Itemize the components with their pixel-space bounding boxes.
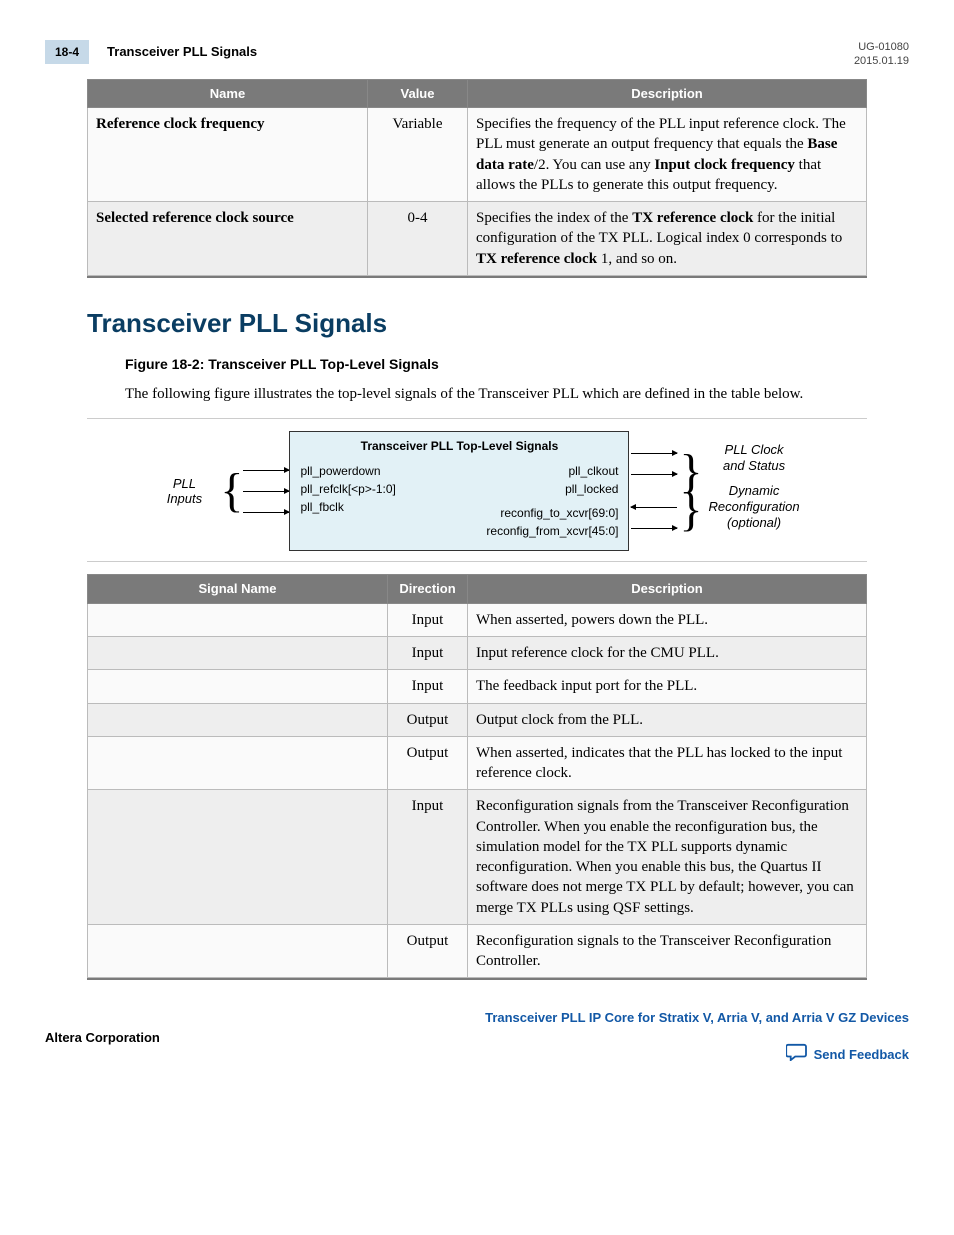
page-footer: Altera Corporation Transceiver PLL IP Co… — [45, 1008, 909, 1067]
signal-name — [88, 924, 388, 978]
signal-direction: Output — [388, 736, 468, 790]
table-row: Output When asserted, indicates that the… — [88, 736, 867, 790]
table-row: Input When asserted, powers down the PLL… — [88, 603, 867, 636]
table-row: Output Reconfiguration signals to the Tr… — [88, 924, 867, 978]
signal-direction: Input — [388, 670, 468, 703]
table-divider — [87, 276, 867, 278]
feedback-icon[interactable] — [786, 1043, 808, 1067]
signal-desc: The feedback input port for the PLL. — [468, 670, 867, 703]
pll-settings-table: Name Value Description Reference clock f… — [87, 79, 867, 276]
doc-meta: UG-01080 2015.01.19 — [854, 40, 909, 69]
signal-name — [88, 703, 388, 736]
table2-header-desc: Description — [468, 575, 867, 604]
brace-right-bottom-icon: } — [679, 491, 702, 529]
signal-direction: Output — [388, 703, 468, 736]
signal-direction: Input — [388, 603, 468, 636]
divider — [87, 418, 867, 419]
diagram-block-title: Transceiver PLL Top-Level Signals — [300, 438, 618, 454]
setting-name: Selected reference clock source — [88, 202, 368, 276]
section-title: Transceiver PLL Signals — [87, 306, 909, 341]
table-row: Input Reconfiguration signals from the T… — [88, 790, 867, 925]
page-header: 18-4 Transceiver PLL Signals UG-01080 20… — [45, 40, 909, 69]
setting-desc: Specifies the index of the TX reference … — [468, 202, 867, 276]
signal-desc: When asserted, indicates that the PLL ha… — [468, 736, 867, 790]
signal-name — [88, 603, 388, 636]
brace-left-icon: { — [220, 472, 243, 510]
signal-desc: Reconfiguration signals from the Transce… — [468, 790, 867, 925]
footer-doc-link[interactable]: Transceiver PLL IP Core for Stratix V, A… — [485, 1010, 909, 1025]
table-row: Selected reference clock source 0-4 Spec… — [88, 202, 867, 276]
setting-name: Reference clock frequency — [88, 108, 368, 202]
diagram-right-ports: pll_clkout pll_locked reconfig_to_xcvr[6… — [486, 462, 618, 540]
doc-date: 2015.01.19 — [854, 54, 909, 68]
divider — [87, 561, 867, 562]
setting-desc: Specifies the frequency of the PLL input… — [468, 108, 867, 202]
signals-table: Signal Name Direction Description Input … — [87, 574, 867, 978]
diagram-block: Transceiver PLL Top-Level Signals pll_po… — [289, 431, 629, 551]
signal-diagram: PLL Inputs { Transceiver PLL Top-Level S… — [87, 431, 867, 551]
doc-id: UG-01080 — [854, 40, 909, 54]
send-feedback-link[interactable]: Send Feedback — [814, 1046, 909, 1064]
signal-name — [88, 736, 388, 790]
diagram-right-label-bottom: Dynamic Reconfiguration (optional) — [709, 483, 800, 530]
diagram-left-label: PLL Inputs — [154, 476, 214, 507]
table2-header-signal: Signal Name — [88, 575, 388, 604]
page-number-tab: 18-4 — [45, 40, 89, 64]
arrows-in — [243, 463, 289, 520]
setting-value: Variable — [368, 108, 468, 202]
table1-header-desc: Description — [468, 79, 867, 108]
footer-company: Altera Corporation — [45, 1029, 160, 1047]
signal-desc: When asserted, powers down the PLL. — [468, 603, 867, 636]
signal-direction: Input — [388, 790, 468, 925]
table-row: Input The feedback input port for the PL… — [88, 670, 867, 703]
table-divider — [87, 978, 867, 980]
table-row: Input Input reference clock for the CMU … — [88, 637, 867, 670]
table-row: Output Output clock from the PLL. — [88, 703, 867, 736]
breadcrumb: Transceiver PLL Signals — [107, 43, 257, 61]
signal-desc: Reconfiguration signals to the Transceiv… — [468, 924, 867, 978]
table-row: Reference clock frequency Variable Speci… — [88, 108, 867, 202]
arrows-out — [631, 446, 677, 536]
intro-paragraph: The following figure illustrates the top… — [125, 384, 849, 404]
diagram-left-ports: pll_powerdown pll_refclk[<p>-1:0] pll_fb… — [300, 462, 395, 540]
setting-value: 0-4 — [368, 202, 468, 276]
signal-desc: Output clock from the PLL. — [468, 703, 867, 736]
figure-caption: Figure 18-2: Transceiver PLL Top-Level S… — [125, 355, 909, 374]
diagram-right-label-top: PLL Clock and Status — [709, 442, 800, 473]
signal-direction: Input — [388, 637, 468, 670]
table1-header-value: Value — [368, 79, 468, 108]
signal-name — [88, 670, 388, 703]
table2-header-direction: Direction — [388, 575, 468, 604]
signal-name — [88, 637, 388, 670]
signal-direction: Output — [388, 924, 468, 978]
signal-name — [88, 790, 388, 925]
table1-header-name: Name — [88, 79, 368, 108]
signal-desc: Input reference clock for the CMU PLL. — [468, 637, 867, 670]
